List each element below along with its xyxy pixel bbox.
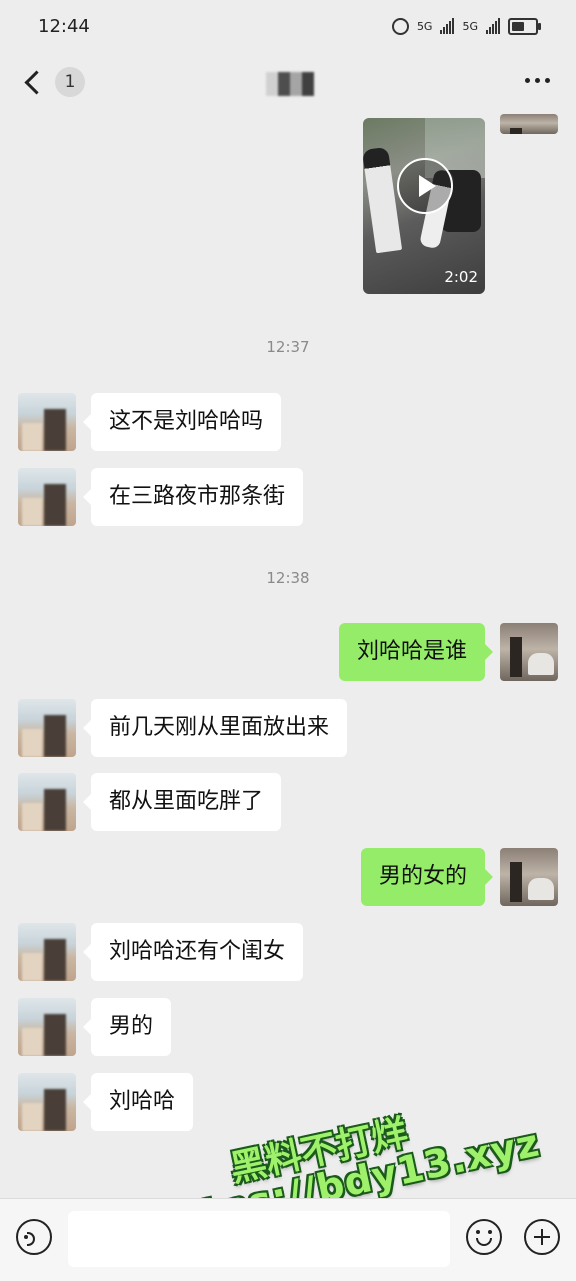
message-bubble[interactable]: 在三路夜市那条街: [82, 468, 304, 526]
voice-icon[interactable]: [16, 1219, 52, 1255]
avatar-contact[interactable]: [18, 1073, 76, 1131]
message-bubble[interactable]: 刘哈哈是谁: [338, 623, 494, 681]
avatar-contact[interactable]: [18, 468, 76, 526]
message-row: 这不是刘哈哈吗: [0, 393, 576, 453]
message-row: 在三路夜市那条街: [0, 468, 576, 528]
message-row: 前几天刚从里面放出来: [0, 699, 576, 759]
avatar-contact[interactable]: [18, 699, 76, 757]
signal-label-1: 5G: [416, 19, 433, 33]
more-options-button[interactable]: [525, 78, 550, 83]
message-row: 刘哈哈: [0, 1073, 576, 1133]
video-message[interactable]: 2:02: [363, 118, 485, 294]
message-row: 男的女的: [0, 848, 576, 908]
avatar-contact[interactable]: [18, 923, 76, 981]
chat-title-obscured: [266, 72, 314, 96]
message-row: 刘哈哈是谁: [0, 623, 576, 683]
chat-header: 1: [0, 52, 576, 114]
play-icon[interactable]: [397, 158, 453, 214]
signal-label-2: 5G: [462, 19, 478, 33]
more-dots-icon: [525, 78, 530, 83]
message-row: 刘哈哈还有个闺女: [0, 923, 576, 983]
message-row: 男的: [0, 998, 576, 1058]
message-bubble[interactable]: 刘哈哈: [82, 1073, 194, 1131]
back-chevron-icon: [24, 69, 49, 95]
status-time: 12:44: [38, 15, 90, 37]
input-bar: [0, 1198, 576, 1281]
battery-icon: [508, 17, 541, 35]
message-bubble[interactable]: 刘哈哈还有个闺女: [82, 923, 304, 981]
status-bar: 12:44 5G 5G: [0, 0, 576, 52]
signal-icon: [440, 18, 455, 34]
timestamp: 12:37: [266, 338, 310, 356]
avatar-self[interactable]: [500, 114, 558, 134]
chat-messages[interactable]: 2:02 12:37 这不是刘哈哈吗 在三路夜市那条街 12:38 刘哈哈是谁 …: [0, 114, 576, 1198]
avatar-self[interactable]: [500, 848, 558, 906]
avatar-contact[interactable]: [18, 393, 76, 451]
avatar-contact[interactable]: [18, 998, 76, 1056]
message-input[interactable]: [68, 1211, 450, 1267]
battery-fill: [512, 21, 524, 31]
timestamp: 12:38: [266, 569, 310, 587]
video-duration: 2:02: [444, 268, 478, 286]
back-button[interactable]: 1: [20, 67, 85, 97]
message-bubble[interactable]: 男的: [82, 998, 172, 1056]
unread-count-badge: 1: [55, 67, 85, 97]
message-bubble[interactable]: 男的女的: [360, 848, 494, 906]
status-icons: 5G 5G: [391, 17, 541, 35]
message-bubble[interactable]: 这不是刘哈哈吗: [82, 393, 282, 451]
message-row: 都从里面吃胖了: [0, 773, 576, 833]
avatar-self[interactable]: [500, 623, 558, 681]
plus-icon[interactable]: [524, 1219, 560, 1255]
avatar-contact[interactable]: [18, 773, 76, 831]
message-bubble[interactable]: 都从里面吃胖了: [82, 773, 282, 831]
alarm-icon: [391, 17, 409, 35]
message-bubble[interactable]: 前几天刚从里面放出来: [82, 699, 348, 757]
signal-icon: [486, 18, 500, 34]
emoji-icon[interactable]: [466, 1219, 502, 1255]
